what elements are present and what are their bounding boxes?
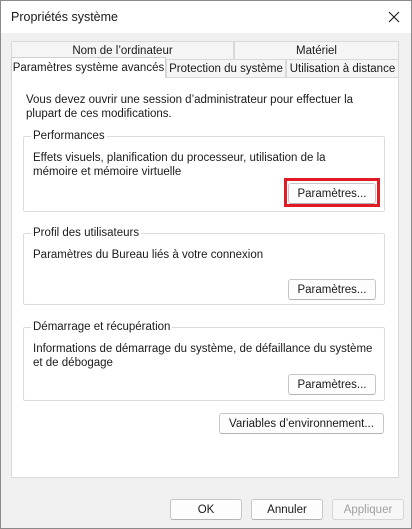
tab-parametres-systeme-avances[interactable]: Paramètres système avancés	[11, 57, 166, 78]
title-bar: Propriétés système	[1, 1, 411, 33]
profil-utilisateurs-group: Profil des utilisateurs Paramètres du Bu…	[23, 226, 385, 305]
button-label: OK	[197, 503, 215, 516]
ok-button[interactable]: OK	[170, 499, 242, 520]
tab-materiel[interactable]: Matériel	[234, 41, 399, 60]
admin-notice: Vous devez ouvrir une session d’administ…	[26, 94, 354, 120]
profil-title: Profil des utilisateurs	[31, 226, 142, 240]
close-icon	[388, 11, 400, 23]
demarrage-settings-button[interactable]: Paramètres...	[288, 374, 376, 395]
window-title: Propriétés système	[11, 10, 118, 24]
profil-settings-button[interactable]: Paramètres...	[288, 279, 376, 300]
tab-utilisation-distance[interactable]: Utilisation à distance	[286, 59, 399, 78]
apply-button[interactable]: Appliquer	[332, 499, 404, 520]
demarrage-description: Informations de démarrage du système, de…	[33, 343, 373, 369]
system-properties-dialog: Propriétés système Nom de l’ordinateur M…	[0, 0, 412, 529]
button-label: Annuler	[267, 503, 307, 516]
tab-label: Utilisation à distance	[289, 63, 396, 75]
performances-group: Performances Effets visuels, planificati…	[23, 129, 385, 212]
performances-settings-button[interactable]: Paramètres...	[288, 183, 376, 204]
tab-label: Nom de l’ordinateur	[72, 45, 173, 57]
button-label: Paramètres...	[297, 378, 367, 391]
profil-description: Paramètres du Bureau liés à votre connex…	[33, 249, 264, 261]
cancel-button[interactable]: Annuler	[251, 499, 323, 520]
tab-label: Matériel	[296, 45, 337, 57]
close-button[interactable]	[377, 1, 411, 33]
demarrage-recuperation-group: Démarrage et récupération Informations d…	[23, 320, 385, 401]
button-label: Variables d’environnement...	[229, 417, 374, 430]
performances-description: Effets visuels, planification du process…	[33, 152, 326, 178]
tab-label: Protection du système	[169, 63, 283, 75]
button-label: Paramètres...	[297, 187, 367, 200]
button-label: Paramètres...	[297, 283, 367, 296]
tab-panel-advanced: Vous devez ouvrir une session d’administ…	[11, 77, 399, 478]
demarrage-title: Démarrage et récupération	[31, 320, 173, 334]
button-label: Appliquer	[343, 503, 393, 516]
tab-protection-systeme[interactable]: Protection du système	[166, 59, 286, 78]
performances-title: Performances	[31, 129, 107, 143]
tab-label: Paramètres système avancés	[12, 62, 165, 74]
environment-variables-button[interactable]: Variables d’environnement...	[219, 413, 384, 434]
